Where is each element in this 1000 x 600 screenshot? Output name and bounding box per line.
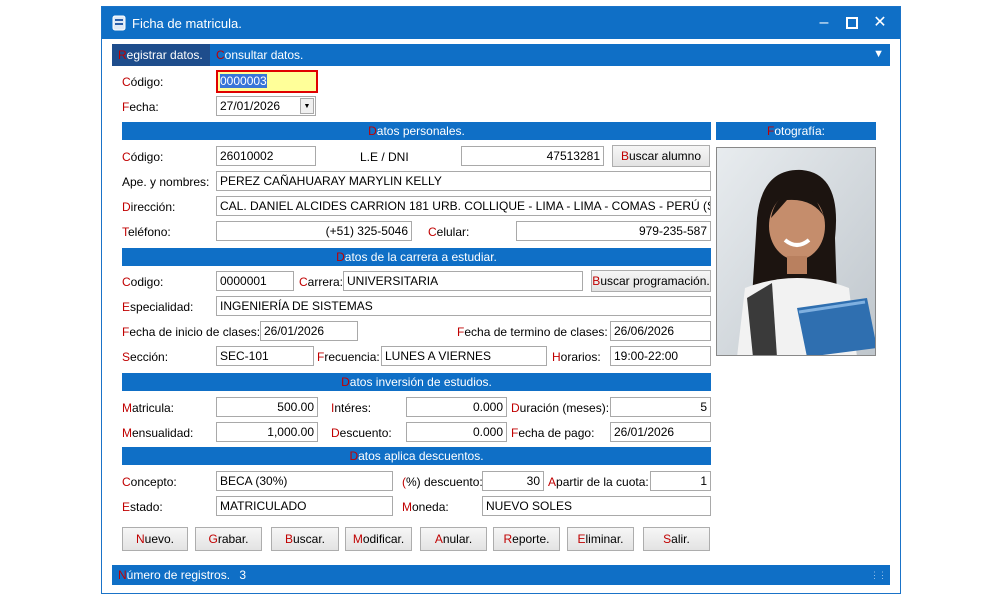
descuento-label: Descuento: [331, 426, 392, 440]
inicio-clases-label: Fecha de inicio de clases: [122, 325, 261, 339]
estado-field[interactable]: MATRICULADO [216, 496, 393, 516]
cuota-label: Apartir de la cuota: [548, 475, 649, 489]
pct-descuento-label: (%) descuento: [402, 475, 483, 489]
moneda-label: Moneda: [402, 500, 449, 514]
horarios-label: Horarios: [552, 350, 601, 364]
fecha-label: Fecha: [122, 100, 159, 114]
cuota-field[interactable]: 1 [650, 471, 711, 491]
fecha-pago-label: Fecha de pago: [511, 426, 595, 440]
section-header-photo: Fotografía: [716, 122, 876, 140]
frecuencia-label: Frecuencia: [317, 350, 380, 364]
grabar-button[interactable]: Grabar. [195, 527, 262, 551]
status-bar: Número de registros. 3 ⋮⋮ [112, 565, 890, 585]
nombres-label: Ape. y nombres: [122, 175, 210, 189]
seccion-field[interactable]: SEC-101 [216, 346, 314, 366]
especialidad-label: Especialidad: [122, 300, 194, 314]
especialidad-field[interactable]: INGENIERÍA DE SISTEMAS [216, 296, 711, 316]
eliminar-button[interactable]: Eliminar. [567, 527, 634, 551]
interes-label: Intéres: [331, 401, 372, 415]
codigo-label: Código: [122, 75, 164, 89]
buscar-button[interactable]: Buscar. [271, 527, 339, 551]
duracion-label: Duración (meses): [511, 401, 610, 415]
modificar-button[interactable]: Modificar. [345, 527, 412, 551]
telefono-field[interactable]: (+51) 325-5046 [216, 221, 412, 241]
dni-label: L.E / DNI [360, 150, 409, 164]
chevron-down-icon[interactable]: ▼ [300, 98, 314, 114]
mensualidad-label: Mensualidad: [122, 426, 194, 440]
fecha-pago-field[interactable]: 26/01/2026 [610, 422, 711, 442]
title-bar[interactable]: Ficha de matricula. – ✕ [102, 7, 900, 39]
section-header-carrera: Datos de la carrera a estudiar. [122, 248, 711, 266]
personal-codigo-field[interactable]: 26010002 [216, 146, 316, 166]
section-header-personal: Datos personales. [122, 122, 711, 140]
termino-clases-label: Fecha de termino de clases: [457, 325, 608, 339]
celular-field[interactable]: 979-235-587 [516, 221, 711, 241]
section-header-descuentos: Datos aplica descuentos. [122, 447, 711, 465]
interes-field[interactable]: 0.000 [406, 397, 507, 417]
buscar-programacion-button[interactable]: Buscar programación. [591, 270, 711, 292]
carrera-field[interactable]: UNIVERSITARIA [343, 271, 583, 291]
inicio-clases-field[interactable]: 26/01/2026 [260, 321, 358, 341]
carrera-label: Carrera: [299, 275, 344, 289]
reporte-button[interactable]: Reporte. [493, 527, 560, 551]
direccion-field[interactable]: CAL. DANIEL ALCIDES CARRION 181 URB. COL… [216, 196, 711, 216]
resize-grip-icon[interactable]: ⋮⋮ [870, 565, 887, 585]
pct-descuento-field[interactable]: 30 [482, 471, 544, 491]
termino-clases-field[interactable]: 26/06/2026 [610, 321, 711, 341]
buscar-alumno-button[interactable]: Buscar alumno [612, 145, 710, 167]
frecuencia-field[interactable]: LUNES A VIERNES [381, 346, 547, 366]
concepto-field[interactable]: BECA (30%) [216, 471, 393, 491]
nuevo-button[interactable]: Nuevo. [122, 527, 188, 551]
dni-field[interactable]: 47513281 [461, 146, 604, 166]
record-count-value: 3 [239, 568, 247, 582]
form-window: Ficha de matricula. – ✕ Registrar datos.… [101, 6, 901, 594]
app-icon [112, 15, 126, 31]
carrera-codigo-label: Codigo: [122, 275, 164, 289]
moneda-field[interactable]: NUEVO SOLES [482, 496, 711, 516]
personal-codigo-label: Código: [122, 150, 164, 164]
direccion-label: Dirección: [122, 200, 176, 214]
fecha-datepicker[interactable]: 27/01/2026 ▼ [216, 96, 316, 116]
section-header-inversion: Datos inversión de estudios. [122, 373, 711, 391]
descuento-field[interactable]: 0.000 [406, 422, 507, 442]
record-count-label: úmero de registros. [126, 568, 231, 582]
anular-button[interactable]: Anular. [420, 527, 487, 551]
student-photo [716, 147, 876, 356]
maximize-icon[interactable] [838, 11, 866, 35]
codigo-input[interactable]: 0000003 [216, 70, 318, 93]
carrera-codigo-field[interactable]: 0000001 [216, 271, 294, 291]
salir-button[interactable]: Salir. [643, 527, 710, 551]
celular-label: Celular: [428, 225, 470, 239]
minimize-icon[interactable]: – [810, 11, 838, 35]
duracion-field[interactable]: 5 [610, 397, 711, 417]
seccion-label: Sección: [122, 350, 169, 364]
mensualidad-field[interactable]: 1,000.00 [216, 422, 318, 442]
window-title: Ficha de matricula. [132, 16, 242, 31]
horarios-field[interactable]: 19:00-22:00 [610, 346, 711, 366]
matricula-label: Matricula: [122, 401, 175, 415]
matricula-field[interactable]: 500.00 [216, 397, 318, 417]
nombres-field[interactable]: PEREZ CAÑAHUARAY MARYLIN KELLY [216, 171, 711, 191]
close-icon[interactable]: ✕ [866, 11, 894, 35]
tab-consultar[interactable]: Consultar datos. [210, 44, 309, 66]
concepto-label: Concepto: [122, 475, 177, 489]
telefono-label: Teléfono: [122, 225, 171, 239]
chevron-down-icon[interactable]: ▼ [873, 48, 884, 60]
tab-registrar[interactable]: Registrar datos. [112, 44, 210, 66]
estado-label: Estado: [122, 500, 163, 514]
tab-bar: Registrar datos. Consultar datos. ▼ [112, 44, 890, 66]
